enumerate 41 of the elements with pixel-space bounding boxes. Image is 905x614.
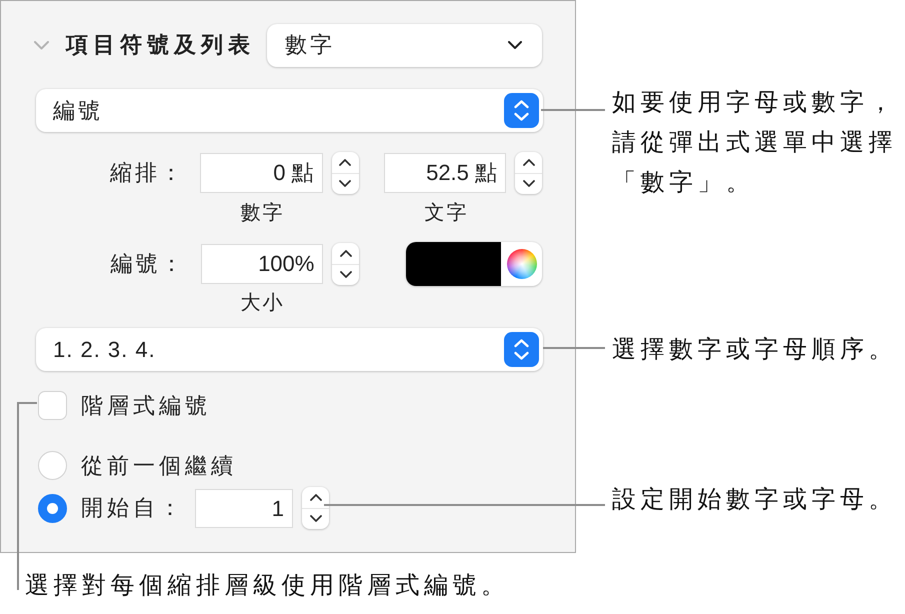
sequence-popup[interactable]: 1. 2. 3. 4. bbox=[36, 328, 543, 371]
list-type-popup[interactable]: 編號 bbox=[36, 89, 543, 132]
field-caption: 文字 bbox=[424, 201, 470, 225]
checkbox-label[interactable]: 階層式編號 bbox=[81, 390, 211, 420]
field-caption: 大小 bbox=[240, 291, 286, 315]
chevron-down-icon bbox=[508, 41, 522, 49]
chevron-up-icon[interactable] bbox=[340, 250, 352, 257]
callout-text: 設定開始數字或字母。 bbox=[612, 485, 897, 515]
indent-field[interactable]: 0 點 bbox=[200, 153, 323, 193]
size-field[interactable]: 100% bbox=[200, 244, 324, 284]
popup-arrows-icon[interactable] bbox=[504, 93, 539, 128]
callout-text: 選擇對每個縮排層級使用階層式編號。 bbox=[25, 571, 510, 601]
color-well[interactable] bbox=[406, 242, 542, 286]
start-at-field[interactable]: 1 bbox=[195, 488, 293, 528]
indent-field[interactable]: 52.5 點 bbox=[384, 153, 506, 193]
chevron-up-icon[interactable] bbox=[522, 159, 535, 166]
chevron-down-icon[interactable] bbox=[340, 271, 352, 278]
stepper[interactable] bbox=[302, 487, 329, 529]
radio-label[interactable]: 從前一個繼續 bbox=[81, 450, 237, 480]
popup-arrows-icon[interactable] bbox=[504, 332, 539, 367]
indent-label: 縮排： bbox=[109, 159, 186, 187]
number-size-label: 編號： bbox=[110, 250, 186, 278]
stepper[interactable] bbox=[332, 152, 359, 194]
field-caption: 數字 bbox=[240, 201, 286, 225]
callout-text: 選擇數字或字母順序。 bbox=[612, 335, 897, 365]
section-title: 項目符號及列表 bbox=[66, 31, 255, 59]
chevron-down-icon[interactable] bbox=[310, 515, 322, 522]
radio-label[interactable]: 開始自： bbox=[81, 493, 185, 523]
list-style-dropdown[interactable]: 數字 bbox=[267, 24, 542, 66]
chevron-down-icon[interactable] bbox=[522, 180, 535, 187]
leader-line bbox=[541, 109, 605, 111]
checkbox[interactable] bbox=[38, 391, 67, 420]
callout-text: 如要使用字母或數字，請從彈出式選單中選擇「數字」。 bbox=[612, 88, 898, 198]
color-wheel-icon[interactable] bbox=[507, 249, 538, 279]
stepper[interactable] bbox=[515, 152, 542, 194]
chevron-up-icon[interactable] bbox=[310, 494, 322, 501]
leader-line bbox=[543, 347, 605, 349]
chevron-down-icon[interactable] bbox=[339, 180, 352, 187]
stepper[interactable] bbox=[332, 243, 360, 285]
radio-button[interactable] bbox=[38, 494, 67, 522]
chevron-up-icon[interactable] bbox=[339, 159, 352, 166]
